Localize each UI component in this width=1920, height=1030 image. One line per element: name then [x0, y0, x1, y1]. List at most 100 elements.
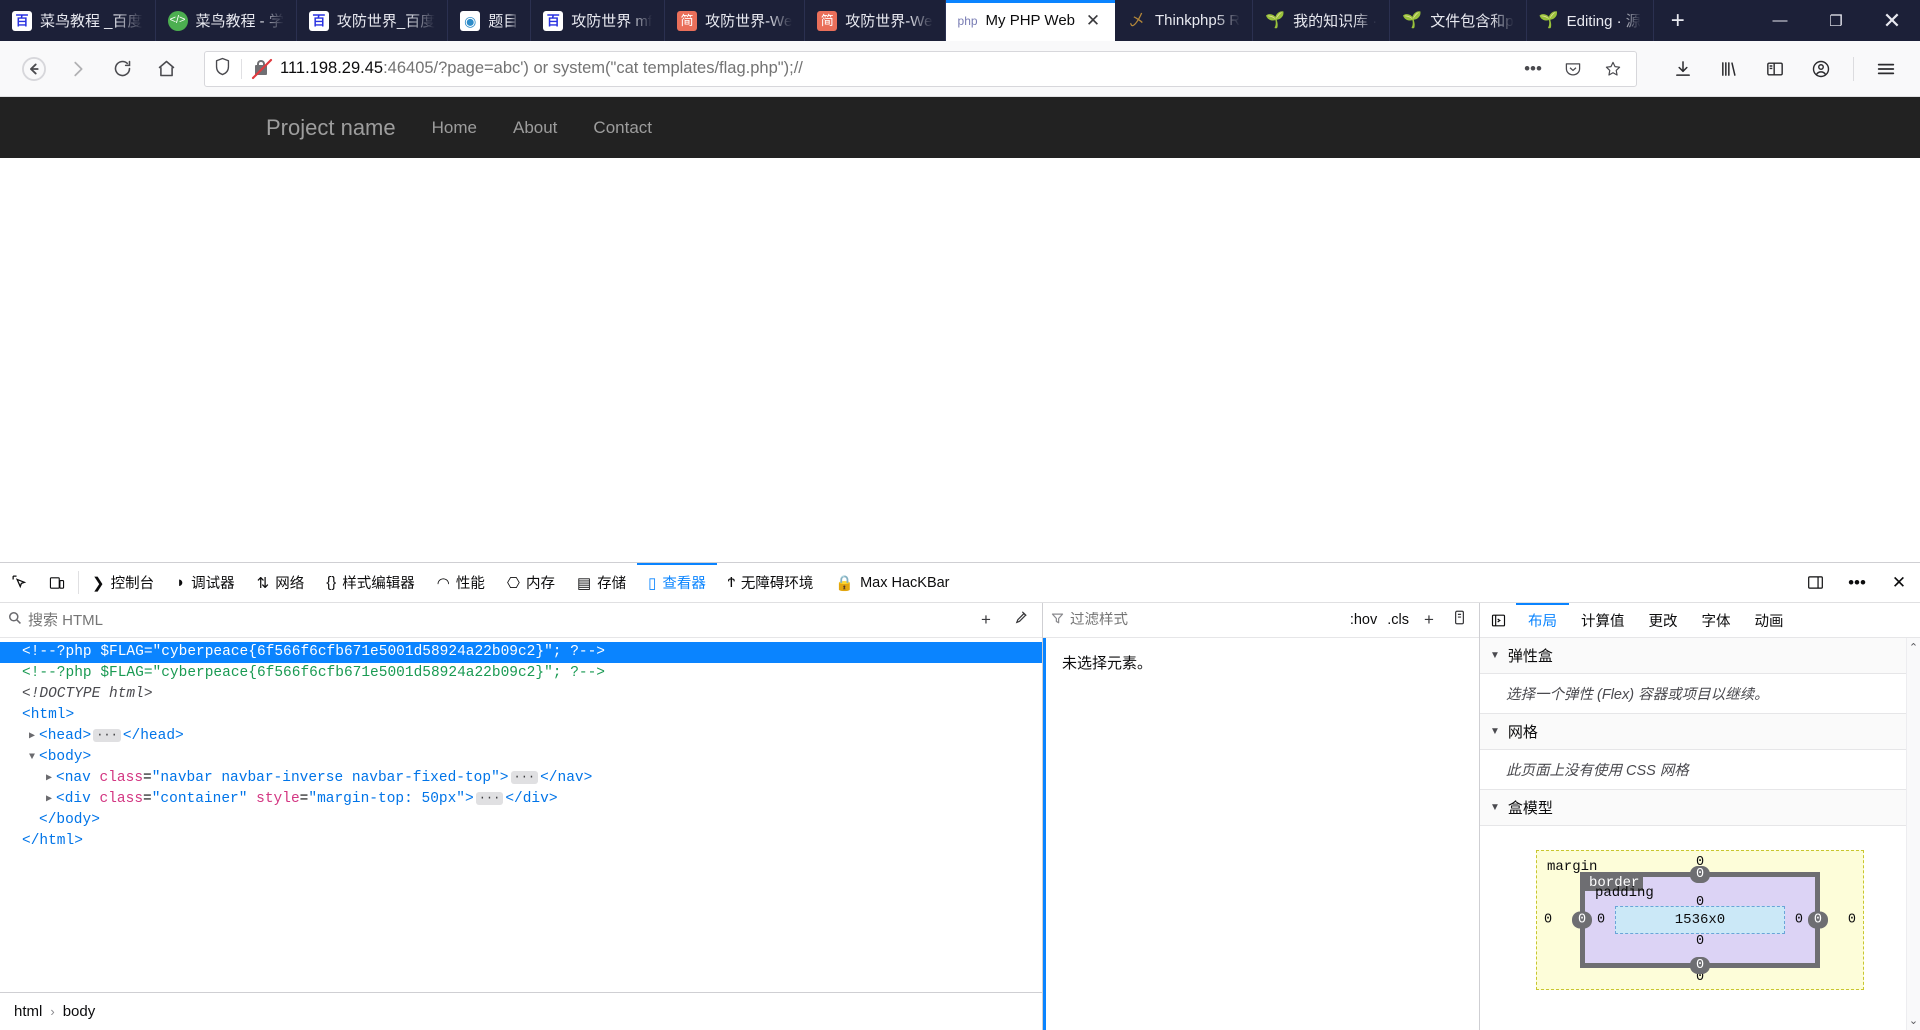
markup-row[interactable]: </body> [0, 810, 1042, 831]
markup-row[interactable]: <html> [0, 705, 1042, 726]
padding-right-value[interactable]: 0 [1795, 913, 1803, 928]
box-model-content-size[interactable]: 1536x0 [1615, 906, 1785, 934]
close-window-button[interactable]: ✕ [1864, 0, 1920, 41]
chevron-right-icon[interactable]: ▶ [42, 768, 56, 789]
forward-button[interactable] [58, 49, 98, 89]
browser-tab[interactable]: 百攻防世界_百度 [297, 0, 449, 41]
site-brand[interactable]: Project name [248, 115, 414, 141]
bookmark-star-icon[interactable] [1598, 54, 1628, 84]
chevron-right-icon[interactable]: ▶ [42, 789, 56, 810]
element-picker-icon[interactable] [0, 563, 38, 602]
minimize-button[interactable]: — [1752, 0, 1808, 41]
markup-row[interactable]: <!DOCTYPE html> [0, 684, 1042, 705]
layout-scrollbar[interactable]: ⌃ ⌄ [1906, 638, 1920, 1030]
browser-tab[interactable]: 🌱 文件包含和p [1390, 0, 1527, 41]
border-top-value[interactable]: 0 [1689, 866, 1711, 883]
maximize-button[interactable]: ❐ [1808, 0, 1864, 41]
markup-row[interactable]: ▶ <head> ··· </head> [0, 726, 1042, 747]
url-bar[interactable]: 111.198.29.45:46405/?page=abc') or syste… [204, 50, 1637, 87]
grid-section-header[interactable]: ▼ 网格 [1480, 714, 1920, 750]
border-left-value[interactable]: 0 [1572, 911, 1593, 929]
layout-tab[interactable]: 字体 [1690, 603, 1743, 637]
search-input[interactable] [28, 611, 966, 629]
site-link-about[interactable]: About [495, 118, 575, 138]
margin-right-value[interactable]: 0 [1848, 913, 1856, 928]
sidebar-button[interactable] [1755, 49, 1795, 89]
account-button[interactable] [1801, 49, 1841, 89]
library-button[interactable] [1709, 49, 1749, 89]
browser-tab[interactable]: 简攻防世界-We [805, 0, 946, 41]
classes-button[interactable]: .cls [1385, 612, 1411, 628]
markup-tree[interactable]: <!--?php $FLAG="cyberpeace{6f566f6cfb671… [0, 638, 1042, 992]
browser-tab[interactable]: 乄 Thinkphp5 R [1115, 0, 1254, 41]
breadcrumb-item-html[interactable]: html [14, 1003, 42, 1020]
back-button[interactable] [14, 49, 54, 89]
devtools-tab-network[interactable]: ⇅ 网络 [246, 563, 316, 602]
add-node-button[interactable]: + [972, 610, 1000, 630]
border-right-value[interactable]: 0 [1807, 911, 1828, 929]
box-model-section-header[interactable]: ▼ 盒模型 [1480, 790, 1920, 826]
devtools-tab-storage[interactable]: ▤ 存储 [566, 563, 637, 602]
connection-not-secure-icon[interactable] [251, 58, 273, 79]
devtools-close-button[interactable]: ✕ [1878, 563, 1920, 602]
eyedropper-icon[interactable] [1006, 610, 1034, 630]
layout-tab[interactable]: 更改 [1637, 603, 1690, 637]
border-bottom-value[interactable]: 0 [1689, 957, 1711, 974]
devtools-tab-memory[interactable]: ⎔ 内存 [496, 563, 566, 602]
markup-row[interactable]: <!--?php $FLAG="cyberpeace{6f566f6cfb671… [0, 663, 1042, 684]
expand-ellipsis[interactable]: ··· [93, 728, 121, 742]
reload-button[interactable] [102, 49, 142, 89]
margin-left-value[interactable]: 0 [1544, 913, 1552, 928]
markup-row[interactable]: <!--?php $FLAG="cyberpeace{6f566f6cfb671… [0, 642, 1042, 663]
add-rule-button[interactable]: + [1417, 610, 1441, 630]
print-styles-icon[interactable] [1447, 610, 1471, 630]
browser-tab[interactable]: 简攻防世界-We [665, 0, 806, 41]
layout-picker-icon[interactable] [1480, 603, 1516, 637]
expand-ellipsis[interactable]: ··· [475, 791, 504, 805]
home-button[interactable] [146, 49, 186, 89]
browser-tab[interactable]: 🌱 我的知识库 · [1253, 0, 1391, 41]
layout-tab[interactable]: 布局 [1516, 603, 1569, 637]
expand-ellipsis[interactable]: ··· [510, 770, 539, 784]
padding-bottom-value[interactable]: 0 [1696, 934, 1704, 949]
app-menu-button[interactable] [1866, 49, 1906, 89]
layout-tab[interactable]: 计算值 [1569, 603, 1637, 637]
browser-tab[interactable]: 百攻防世界 mf [531, 0, 666, 41]
devtools-more-button[interactable]: ••• [1836, 563, 1878, 602]
browser-tab[interactable]: </> 菜鸟教程 - 学 [156, 0, 297, 41]
site-link-home[interactable]: Home [414, 118, 495, 138]
markup-row[interactable]: ▼ <body> [0, 747, 1042, 768]
devtools-tab-hackbar[interactable]: 🔒 Max HacKBar [824, 563, 960, 602]
padding-left-value[interactable]: 0 [1597, 913, 1605, 928]
devtools-tab-debugger[interactable]: ◗ 调试器 [165, 563, 246, 602]
scroll-up-icon[interactable]: ⌃ [1909, 641, 1918, 654]
filter-styles-input[interactable] [1070, 612, 1342, 628]
browser-tab[interactable]: ◉ 题目 [448, 0, 532, 41]
devtools-tab-inspector[interactable]: ▯ 查看器 [637, 563, 717, 602]
page-actions-button[interactable]: ••• [1518, 54, 1548, 84]
hover-pseudo-button[interactable]: :hov [1348, 612, 1379, 628]
tracking-protection-shield-icon[interactable] [213, 57, 231, 81]
devtools-tab-accessibility[interactable]: Ϯ 无障碍环境 [717, 563, 824, 602]
markup-row[interactable]: ▶ <div class="container" style="margin-to… [0, 789, 1042, 810]
browser-tab-active[interactable]: php My PHP Web ✕ [945, 0, 1116, 41]
devtools-tab-console[interactable]: ❯ 控制台 [81, 563, 165, 602]
devtools-tab-performance[interactable]: ◠ 性能 [426, 563, 496, 602]
chevron-down-icon[interactable]: ▼ [25, 747, 39, 768]
padding-top-value[interactable]: 0 [1696, 895, 1704, 910]
dock-to-side-icon[interactable] [1794, 563, 1836, 602]
scroll-down-icon[interactable]: ⌄ [1909, 1014, 1918, 1027]
flexbox-section-header[interactable]: ▼ 弹性盒 [1480, 638, 1920, 674]
browser-tab[interactable]: 🌱 Editing · 源 [1527, 0, 1654, 41]
site-link-contact[interactable]: Contact [575, 118, 670, 138]
layout-tab[interactable]: 动画 [1743, 603, 1796, 637]
browser-tab[interactable]: 百菜鸟教程 _百度 [0, 0, 156, 41]
url-text[interactable]: 111.198.29.45:46405/?page=abc') or syste… [280, 59, 1508, 78]
markup-row[interactable]: </html> [0, 831, 1042, 852]
pocket-icon[interactable] [1558, 54, 1588, 84]
responsive-design-mode-icon[interactable] [38, 563, 76, 602]
close-tab-icon[interactable]: ✕ [1083, 11, 1103, 31]
breadcrumb-item-body[interactable]: body [63, 1003, 96, 1020]
devtools-tab-style-editor[interactable]: {} 样式编辑器 [315, 563, 426, 602]
markup-row[interactable]: ▶ <nav class="navbar navbar-inverse navba… [0, 768, 1042, 789]
